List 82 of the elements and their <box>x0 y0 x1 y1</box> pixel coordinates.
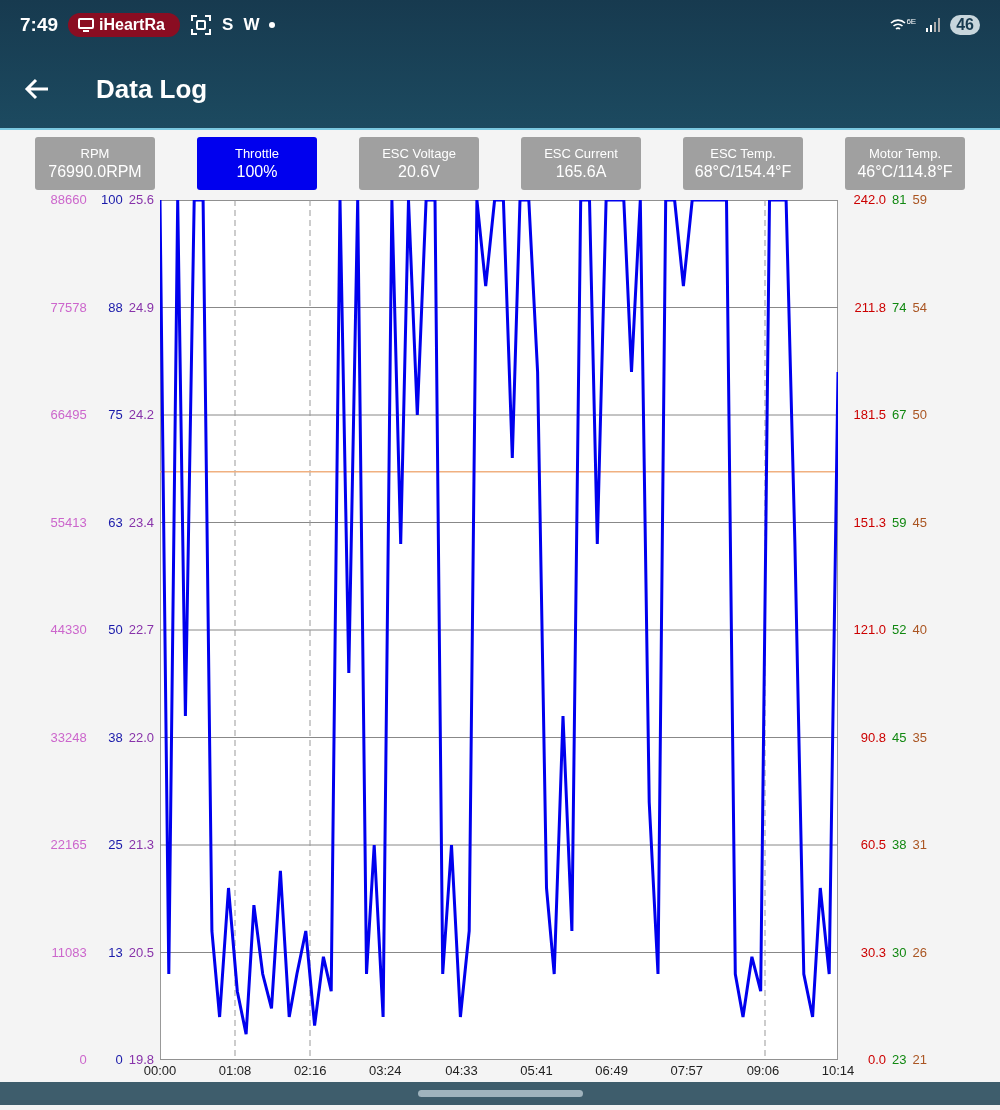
y-axis-tick-label: 50 <box>108 622 123 638</box>
metric-toggle-button[interactable]: ESC Voltage 20.6V <box>359 137 479 190</box>
y-axis-tick-label: 31 <box>912 837 927 853</box>
y-axis-tick-label: 54 <box>912 299 927 316</box>
y-axis-tick-label: 100 <box>101 192 123 208</box>
wifi-icon <box>890 18 907 32</box>
y-axis-tick-label: 63 <box>108 514 123 531</box>
metric-toggle-button[interactable]: ESC Current 165.6A <box>521 137 641 190</box>
x-axis-tick-label: 02:16 <box>292 1063 328 1078</box>
x-axis-tick-label: 03:24 <box>367 1063 403 1078</box>
x-axis-tick-label: 05:41 <box>519 1063 554 1078</box>
signal-icon <box>926 18 941 32</box>
y-axis-tick-label: 90.8 <box>860 729 886 746</box>
back-arrow-icon[interactable] <box>24 78 50 100</box>
y-axis-tick-label: 44330 <box>50 622 87 638</box>
y-axis-tick-label: 77578 <box>50 299 87 316</box>
y-axis-tick-label: 0.0 <box>867 1052 886 1068</box>
y-axis-tick-label: 11083 <box>51 944 87 961</box>
media-chip[interactable]: iHeartRa <box>68 13 181 37</box>
x-axis-tick-label: 04:33 <box>444 1063 479 1078</box>
y-axis-tick-label: 75 <box>108 407 123 423</box>
metric-toggle-button[interactable]: Throttle 100% <box>197 137 317 190</box>
y-axis-tick-label: 24.9 <box>128 299 154 316</box>
gesture-handle[interactable] <box>417 1090 583 1097</box>
monitor-icon <box>78 18 95 32</box>
x-axis-tick-label: 07:57 <box>669 1063 704 1078</box>
y-axis-tick-label: 74 <box>892 299 907 316</box>
y-axis-tick-label: 67 <box>892 407 907 423</box>
y-axis-tick-label: 38 <box>108 729 123 746</box>
y-axis-tick-label: 30.3 <box>860 944 886 961</box>
y-axis-tick-label: 40 <box>912 622 927 638</box>
more-notifications-icon <box>269 22 276 28</box>
y-axis-tick-label: 23.4 <box>128 514 154 531</box>
y-axis-tick-label: 24.2 <box>128 407 154 423</box>
y-axis-tick-label: 21 <box>912 1052 927 1068</box>
x-axis-tick-label: 06:49 <box>594 1063 629 1078</box>
y-axis-tick-label: 22.7 <box>128 622 154 638</box>
y-axis-tick-label: 22165 <box>50 837 87 853</box>
battery-level: 46 <box>950 15 980 35</box>
y-axis-tick-label: 20.5 <box>128 944 154 961</box>
x-axis-tick-label: 01:08 <box>217 1063 253 1078</box>
y-axis-tick-label: 25 <box>108 837 123 853</box>
y-axis-tick-label: 181.5 <box>853 407 886 423</box>
y-axis-tick-label: 66495 <box>50 407 87 423</box>
y-axis-tick-label: 55413 <box>50 514 87 531</box>
metric-toggle-button[interactable]: Motor Temp. 46°C/114.8°F <box>845 137 965 190</box>
metric-toggle-button[interactable]: RPM 76990.0RPM <box>35 137 155 190</box>
y-axis-tick-label: 22.0 <box>128 729 154 746</box>
app-notification-letter: S <box>222 15 234 35</box>
y-axis-tick-label: 50 <box>912 407 927 423</box>
network-type-label: 6E <box>906 16 917 26</box>
y-axis-tick-label: 23 <box>892 1052 907 1068</box>
y-axis-tick-label: 88660 <box>50 192 87 208</box>
y-axis-tick-label: 60.5 <box>860 837 886 853</box>
y-axis-tick-label: 26 <box>912 944 927 961</box>
y-axis-tick-label: 25.6 <box>128 192 154 208</box>
y-axis-tick-label: 88 <box>108 299 123 316</box>
x-axis-tick-label: 10:14 <box>820 1063 856 1078</box>
y-axis-tick-label: 211.8 <box>854 299 886 316</box>
screenshot-icon <box>190 14 213 36</box>
y-axis-tick-label: 59 <box>912 192 927 208</box>
y-axis-tick-label: 45 <box>892 729 907 746</box>
y-axis-tick-label: 81 <box>892 192 907 208</box>
y-axis-tick-label: 121.0 <box>853 622 886 638</box>
y-axis-tick-label: 59 <box>892 514 907 531</box>
app-notification-letter: W <box>243 15 260 35</box>
status-time: 7:49 <box>20 14 59 36</box>
y-axis-tick-label: 45 <box>912 514 927 531</box>
y-axis-tick-label: 33248 <box>50 729 87 746</box>
x-axis-tick-label: 09:06 <box>745 1063 781 1078</box>
y-axis-tick-label: 242.0 <box>853 192 886 208</box>
y-axis-tick-label: 21.3 <box>128 837 154 853</box>
y-axis-tick-label: 0 <box>115 1052 123 1068</box>
y-axis-tick-label: 13 <box>108 944 123 961</box>
y-axis-tick-label: 38 <box>892 837 907 853</box>
y-axis-tick-label: 151.3 <box>853 514 886 531</box>
y-axis-tick-label: 35 <box>912 729 927 746</box>
y-axis-tick-label: 30 <box>892 944 907 961</box>
metric-toggle-button[interactable]: ESC Temp. 68°C/154.4°F <box>683 137 803 190</box>
screen-title: Data Log <box>96 73 208 105</box>
y-axis-tick-label: 0 <box>79 1052 87 1068</box>
y-axis-tick-label: 52 <box>892 622 907 638</box>
